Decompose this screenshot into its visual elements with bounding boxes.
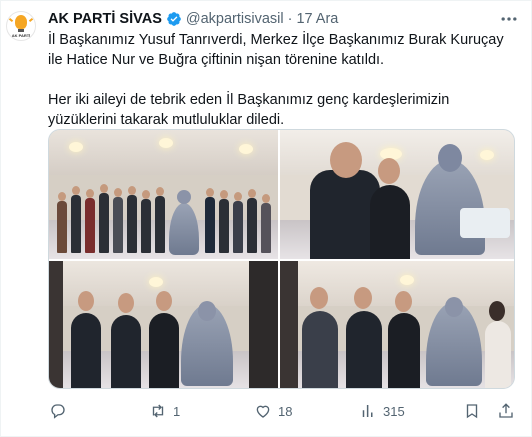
- light-bulb-logo-icon: [15, 15, 27, 29]
- action-bar: 1 18 315: [41, 399, 521, 423]
- ceiling-lamp: [480, 150, 494, 160]
- ceiling-lamp: [159, 138, 173, 148]
- official-head: [78, 291, 94, 311]
- official-in-suit: [71, 313, 101, 388]
- tweet-paragraph-2: Her iki aileyi de tebrik eden İl Başkanı…: [48, 92, 450, 128]
- logo-ray: [28, 17, 34, 23]
- guest: [155, 187, 165, 253]
- groom: [388, 313, 420, 388]
- guest: [127, 186, 137, 253]
- guest: [205, 188, 215, 253]
- logo-ray: [8, 17, 14, 23]
- retweet-icon: [152, 404, 164, 418]
- tweet-text: İl Başkanımız Yusuf Tanrıverdi, Merkez İ…: [48, 30, 518, 130]
- photo-3[interactable]: [49, 261, 278, 388]
- guest: [85, 189, 95, 253]
- tweet-paragraph-1: İl Başkanımız Yusuf Tanrıverdi, Merkez İ…: [48, 32, 504, 68]
- official-in-suit: [302, 311, 338, 388]
- logo-base: [18, 29, 24, 32]
- official-in-suit: [346, 311, 382, 388]
- guest-head: [489, 301, 505, 321]
- official-head: [330, 142, 362, 178]
- views-chart-icon: [362, 405, 373, 417]
- groom: [370, 185, 410, 259]
- groom-head: [378, 158, 400, 184]
- groom: [149, 313, 179, 388]
- official-head: [310, 287, 328, 309]
- retweet-count: 1: [173, 403, 181, 419]
- guest: [57, 192, 67, 253]
- photo-2[interactable]: [280, 130, 514, 259]
- ceiling-lamp: [239, 144, 253, 154]
- ceiling-lamp: [400, 275, 414, 285]
- like-button[interactable]: 18: [254, 399, 292, 423]
- guest: [141, 190, 151, 253]
- views-button[interactable]: 315: [359, 399, 405, 423]
- guest-in-white: [485, 321, 511, 388]
- official-head: [118, 293, 134, 313]
- bookmark-icon: [466, 404, 478, 419]
- guest: [113, 188, 123, 253]
- ring-tray: [460, 208, 510, 238]
- curtain: [280, 261, 298, 388]
- bride-veil: [198, 301, 216, 321]
- views-count: 315: [383, 403, 405, 419]
- ceiling-lamp: [69, 142, 83, 152]
- curtain: [249, 261, 278, 388]
- bookmark-button[interactable]: [463, 399, 481, 423]
- reply-icon: [51, 404, 65, 419]
- reply-button[interactable]: [49, 399, 67, 423]
- curtain: [49, 261, 63, 388]
- official-head: [354, 287, 372, 309]
- bride-veil: [177, 190, 191, 204]
- heart-icon: [256, 405, 270, 418]
- avatar[interactable]: AK PARTİ: [6, 11, 36, 41]
- guest: [219, 190, 229, 253]
- like-count: 18: [278, 403, 293, 419]
- guest: [71, 186, 81, 253]
- author-name[interactable]: AK PARTİ SİVAS: [48, 11, 162, 27]
- verified-badge-icon: [167, 12, 181, 26]
- share-icon: [499, 403, 513, 418]
- author-handle[interactable]: @akpartisivasil: [186, 11, 284, 27]
- tweet-header: AK PARTİ SİVAS @akpartisivasil · 17 Ara: [48, 10, 338, 28]
- tweet-timestamp[interactable]: 17 Ara: [296, 11, 338, 27]
- guest: [99, 184, 109, 253]
- tweet-card[interactable]: AK PARTİ AK PARTİ SİVAS @akpartisivasil …: [0, 0, 532, 437]
- bride-veil: [445, 297, 463, 317]
- guest: [247, 189, 257, 253]
- retweet-button[interactable]: 1: [149, 399, 180, 423]
- more-options-icon[interactable]: [499, 9, 519, 29]
- share-button[interactable]: [497, 399, 515, 423]
- guest: [261, 194, 271, 253]
- separator-dot: ·: [287, 11, 293, 27]
- photo-1[interactable]: [49, 130, 278, 259]
- guest: [233, 192, 243, 253]
- photo-4[interactable]: [280, 261, 514, 388]
- photo-grid: [48, 129, 515, 389]
- avatar-logo-text: AK PARTİ: [11, 33, 31, 38]
- official-in-suit: [111, 315, 141, 388]
- groom-head: [395, 291, 412, 312]
- bride-veil: [438, 144, 462, 172]
- ceiling-lamp: [149, 277, 163, 287]
- groom-head: [156, 291, 172, 311]
